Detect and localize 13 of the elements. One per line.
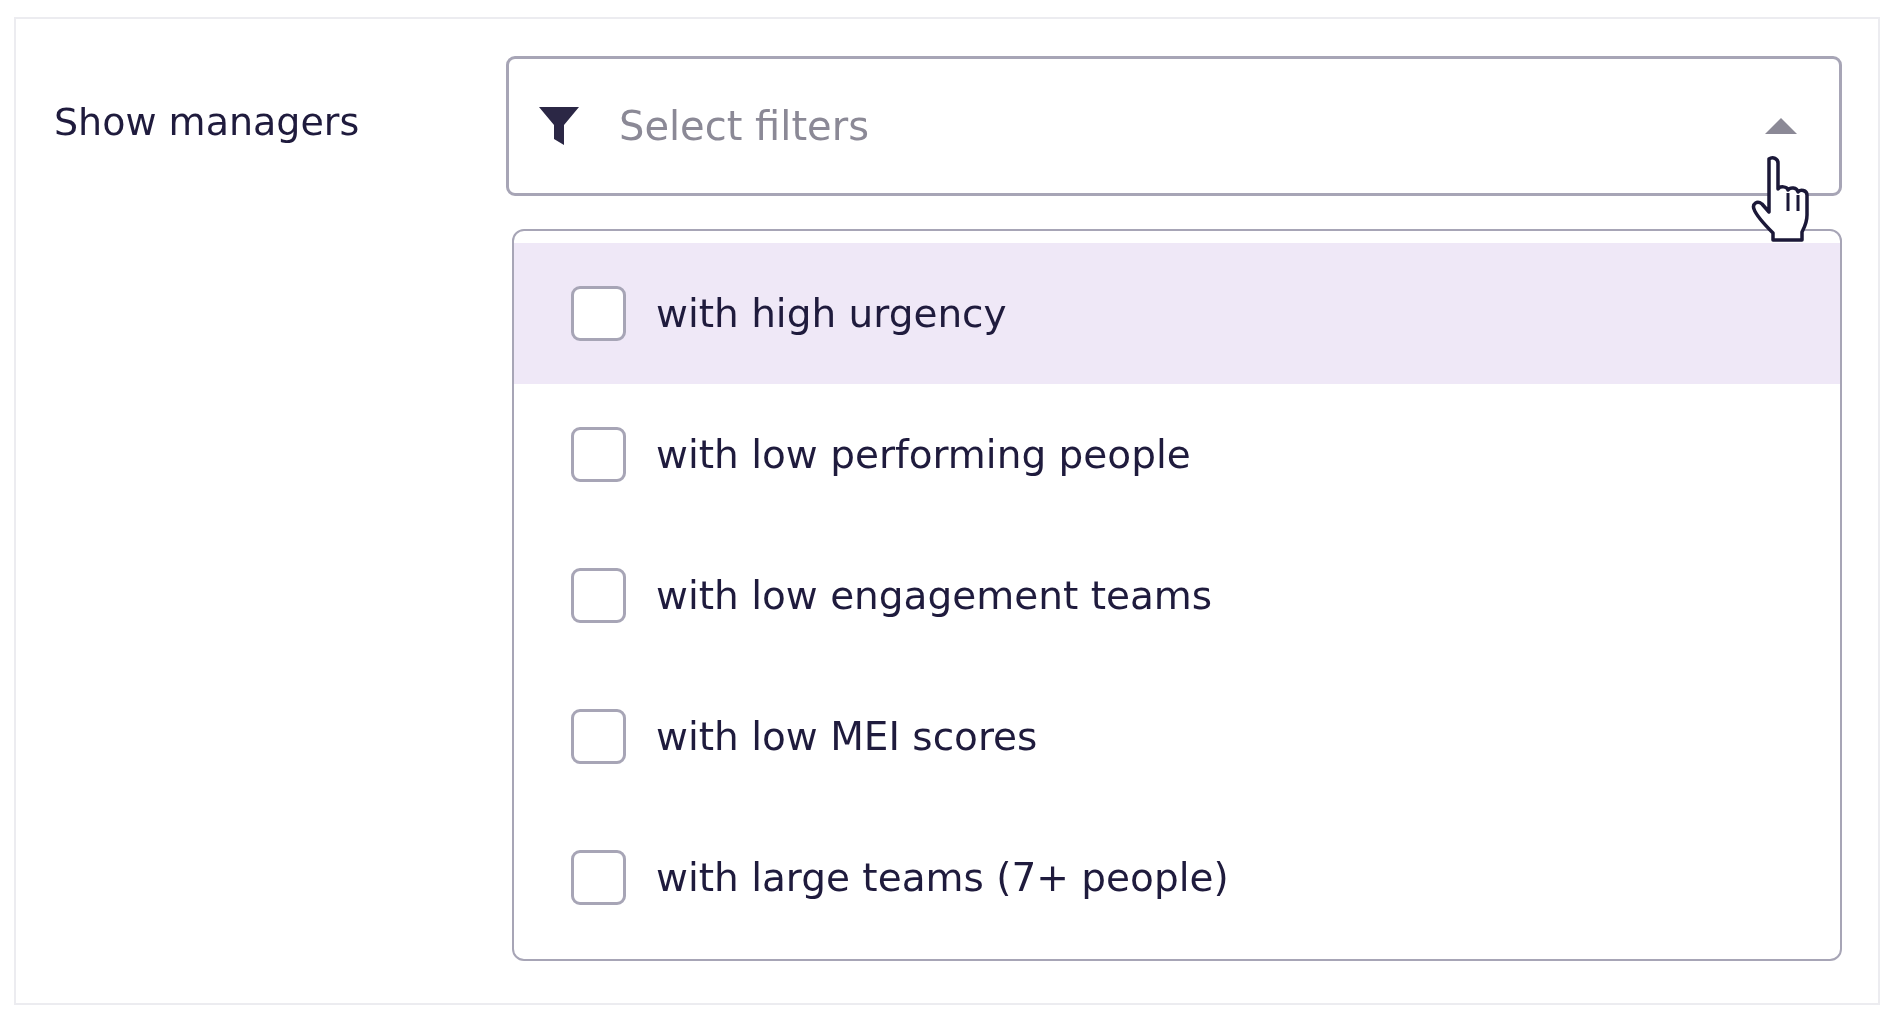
filter-option[interactable]: with large teams (7+ people) xyxy=(514,807,1840,948)
filter-option[interactable]: with low engagement teams xyxy=(514,525,1840,666)
filter-option[interactable]: with low performing people xyxy=(514,384,1840,525)
field-label: Show managers xyxy=(54,100,361,144)
checkbox[interactable] xyxy=(571,568,626,623)
checkbox[interactable] xyxy=(571,709,626,764)
caret-icon xyxy=(1763,116,1799,136)
checkbox[interactable] xyxy=(571,427,626,482)
filter-icon xyxy=(537,104,581,148)
filter-option[interactable]: with high urgency xyxy=(514,243,1840,384)
filter-option[interactable]: with low MEI scores xyxy=(514,666,1840,807)
checkbox[interactable] xyxy=(571,286,626,341)
checkbox[interactable] xyxy=(571,850,626,905)
